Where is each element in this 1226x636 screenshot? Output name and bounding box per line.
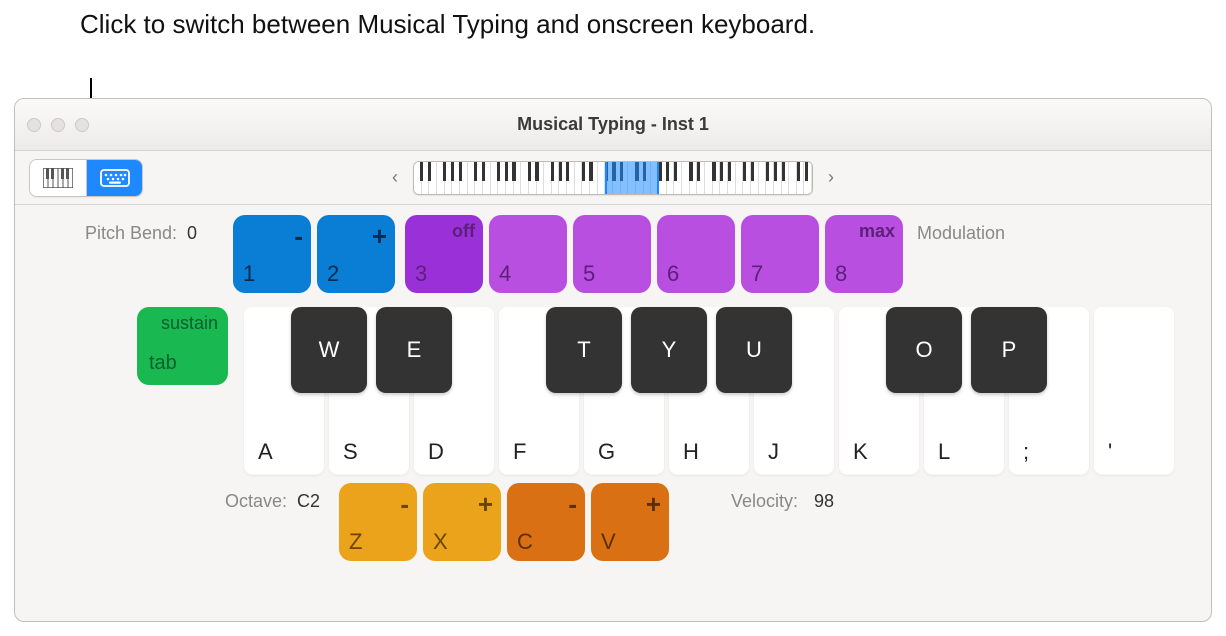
octave-velocity-keys: -Z+X-C+V: [339, 483, 669, 561]
keycap-symbol: +: [372, 221, 387, 252]
pitch-bend-value: 0: [187, 215, 223, 244]
modulation-key-3[interactable]: off 3: [405, 215, 483, 293]
white-key-label: D: [428, 439, 444, 465]
row-pitch-modulation: Pitch Bend: 0 -1+2 off34567max8 Modulati…: [47, 215, 1179, 293]
piano-mode-button[interactable]: [30, 160, 86, 196]
keycap-number: 8: [835, 261, 847, 287]
keycap-number: C: [517, 529, 533, 555]
white-key-label: G: [598, 439, 615, 465]
keycap-symbol: +: [478, 489, 493, 520]
black-key-label: W: [319, 337, 340, 363]
white-key-label: J: [768, 439, 779, 465]
close-dot[interactable]: [27, 118, 41, 132]
octave-key-X[interactable]: +X: [423, 483, 501, 561]
pitch-bend-keys: -1+2: [233, 215, 395, 293]
black-key-P[interactable]: P: [971, 307, 1047, 393]
keycap-number: 2: [327, 261, 339, 287]
black-key-O[interactable]: O: [886, 307, 962, 393]
mini-keyboard-selection[interactable]: [605, 162, 659, 194]
mini-keyboard[interactable]: [413, 161, 813, 195]
white-key-label: F: [513, 439, 526, 465]
range-right-button[interactable]: ›: [819, 160, 843, 196]
modulation-key-4[interactable]: 4: [489, 215, 567, 293]
pitch-bend-key-1[interactable]: -1: [233, 215, 311, 293]
black-key-label: T: [577, 337, 590, 363]
white-key-label: S: [343, 439, 358, 465]
sustain-keycap-text: tab: [149, 352, 177, 375]
range-navigator: ‹ ›: [383, 160, 843, 196]
black-key-label: E: [407, 337, 422, 363]
octave-key-C[interactable]: -C: [507, 483, 585, 561]
keycap-symbol: off: [452, 221, 475, 242]
window-titlebar: Musical Typing - Inst 1: [15, 99, 1211, 151]
octave-key-V[interactable]: +V: [591, 483, 669, 561]
black-key-label: P: [1002, 337, 1017, 363]
modulation-key-8[interactable]: max 8: [825, 215, 903, 293]
white-key-label: H: [683, 439, 699, 465]
keycap-number: 3: [415, 261, 427, 287]
content-area: Pitch Bend: 0 -1+2 off34567max8 Modulati…: [15, 205, 1211, 561]
keyboard-mode-button[interactable]: [86, 160, 142, 196]
callout-text: Click to switch between Musical Typing a…: [80, 8, 815, 41]
row-octave-velocity: Octave: C2 -Z+X-C+V Velocity: 98: [207, 483, 1179, 561]
white-key-label: ;: [1023, 439, 1029, 465]
black-key-label: Y: [662, 337, 677, 363]
octave-value: C2: [297, 483, 329, 512]
modulation-key-7[interactable]: 7: [741, 215, 819, 293]
modulation-label: Modulation: [917, 215, 1005, 244]
window-traffic-lights[interactable]: [27, 118, 89, 132]
white-key-label: L: [938, 439, 950, 465]
velocity-value: 98: [814, 483, 834, 512]
note-keys: A S D F G H J K L; ' W E T Y U O P: [244, 307, 1179, 475]
modulation-keys: off 3 4 5 6 7 max 8: [405, 215, 903, 293]
black-key-W[interactable]: W: [291, 307, 367, 393]
keycap-symbol: -: [568, 489, 577, 520]
keycap-number: X: [433, 529, 448, 555]
velocity-label: Velocity:: [731, 483, 798, 512]
keycap-number: 5: [583, 261, 595, 287]
sustain-label: sustain: [161, 313, 218, 334]
white-key-label: K: [853, 439, 868, 465]
keycap-symbol: max: [859, 221, 895, 242]
musical-typing-window: Musical Typing - Inst 1: [14, 98, 1212, 622]
pitch-bend-key-2[interactable]: +2: [317, 215, 395, 293]
mode-toggle: [29, 159, 143, 197]
range-left-button[interactable]: ‹: [383, 160, 407, 196]
keycap-number: 4: [499, 261, 511, 287]
black-key-E[interactable]: E: [376, 307, 452, 393]
white-key-'[interactable]: ': [1094, 307, 1174, 475]
keycap-number: 6: [667, 261, 679, 287]
keyboard-icon: [100, 168, 130, 188]
white-key-label: A: [258, 439, 273, 465]
keycap-number: 1: [243, 261, 255, 287]
black-key-label: U: [746, 337, 762, 363]
keycap-number: V: [601, 529, 616, 555]
keycap-symbol: -: [400, 489, 409, 520]
keycap-symbol: +: [646, 489, 661, 520]
white-key-label: ': [1108, 439, 1112, 465]
zoom-dot[interactable]: [75, 118, 89, 132]
black-key-U[interactable]: U: [716, 307, 792, 393]
sustain-key[interactable]: sustain tab: [137, 307, 228, 385]
octave-key-Z[interactable]: -Z: [339, 483, 417, 561]
modulation-key-6[interactable]: 6: [657, 215, 735, 293]
piano-icon: [43, 168, 73, 188]
keycap-number: Z: [349, 529, 362, 555]
black-key-T[interactable]: T: [546, 307, 622, 393]
minimize-dot[interactable]: [51, 118, 65, 132]
window-title: Musical Typing - Inst 1: [15, 114, 1211, 135]
row-sustain-notes: sustain tab A S D F G H J K L; ' W E T Y U O P: [137, 307, 1179, 475]
black-key-label: O: [915, 337, 932, 363]
black-key-Y[interactable]: Y: [631, 307, 707, 393]
keycap-symbol: -: [294, 221, 303, 252]
toolbar: ‹ ›: [15, 151, 1211, 205]
modulation-key-5[interactable]: 5: [573, 215, 651, 293]
octave-label: Octave:: [207, 483, 287, 512]
pitch-bend-label: Pitch Bend:: [47, 215, 177, 244]
keycap-number: 7: [751, 261, 763, 287]
